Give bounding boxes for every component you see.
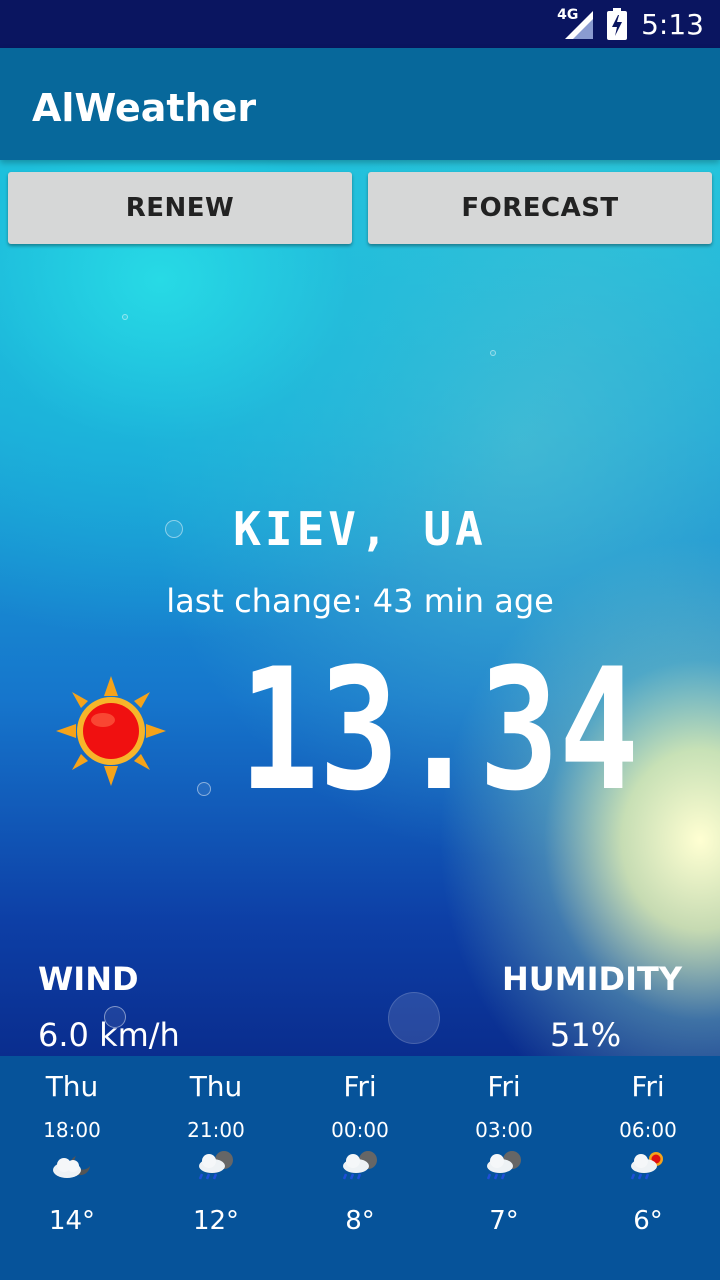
bubble-decoration: [122, 314, 128, 320]
wind-value: 6.0 km/h: [38, 1016, 180, 1054]
forecast-day: Thu: [45, 1070, 99, 1103]
forecast-time: 03:00: [475, 1118, 533, 1142]
forecast-time: 00:00: [331, 1118, 389, 1142]
forecast-day: Fri: [343, 1070, 377, 1103]
rain-cloud-icon: [342, 1151, 377, 1180]
forecast-temp: 6°: [633, 1206, 663, 1236]
forecast-item[interactable]: Thu 18:00 14°: [0, 1056, 144, 1280]
signal-icon: 4G: [557, 7, 594, 39]
cloud-moon-icon: [53, 1156, 90, 1178]
forecast-item[interactable]: Fri 03:00 7°: [432, 1056, 576, 1280]
forecast-temp: 14°: [48, 1206, 96, 1236]
app-title: AlWeather: [32, 86, 257, 130]
rain-cloud-icon: [486, 1151, 521, 1180]
status-bar: 4G 5:13: [0, 0, 720, 48]
forecast-temp: 7°: [489, 1206, 519, 1236]
rain-cloud-icon: [198, 1151, 233, 1180]
rain-sun-icon: [630, 1152, 663, 1180]
forecast-time: 18:00: [43, 1118, 101, 1142]
forecast-item[interactable]: Fri 00:00 8°: [288, 1056, 432, 1280]
humidity-label: HUMIDITY: [502, 960, 682, 998]
forecast-item[interactable]: Fri 06:00 6°: [576, 1056, 720, 1280]
weather-panel: RENEW FORECAST KIEV, UA last change: 43 …: [0, 160, 720, 1056]
city-name: KIEV, UA: [233, 502, 487, 556]
forecast-temp: 8°: [345, 1206, 375, 1236]
forecast-time: 06:00: [619, 1118, 677, 1142]
forecast-day: Fri: [631, 1070, 665, 1103]
temperature-value: 13.34: [239, 660, 639, 800]
bubble-decoration: [197, 782, 211, 796]
forecast-day: Thu: [189, 1070, 243, 1103]
humidity-value: 51%: [550, 1016, 622, 1054]
clock: 5:13: [641, 7, 704, 41]
forecast-day: Fri: [487, 1070, 521, 1103]
app-bar: AlWeather: [0, 48, 720, 160]
forecast-time: 21:00: [187, 1118, 245, 1142]
bubble-decoration: [388, 992, 440, 1044]
battery-charging-icon: [607, 8, 628, 40]
temperature-display: 13.34: [239, 660, 639, 800]
forecast-temp: 12°: [192, 1206, 240, 1236]
last-change-text: last change: 43 min age: [166, 582, 554, 620]
wind-label: WIND: [38, 960, 139, 998]
forecast-strip: Thu 18:00 14° Thu 21:00 12° Fri 00:00 8°: [0, 1056, 720, 1280]
forecast-item[interactable]: Thu 21:00 12°: [144, 1056, 288, 1280]
forecast-button[interactable]: FORECAST: [368, 172, 712, 244]
bubble-decoration: [490, 350, 496, 356]
renew-button[interactable]: RENEW: [8, 172, 352, 244]
sun-icon: [56, 676, 166, 786]
status-icons: 4G 5:13: [557, 0, 704, 48]
